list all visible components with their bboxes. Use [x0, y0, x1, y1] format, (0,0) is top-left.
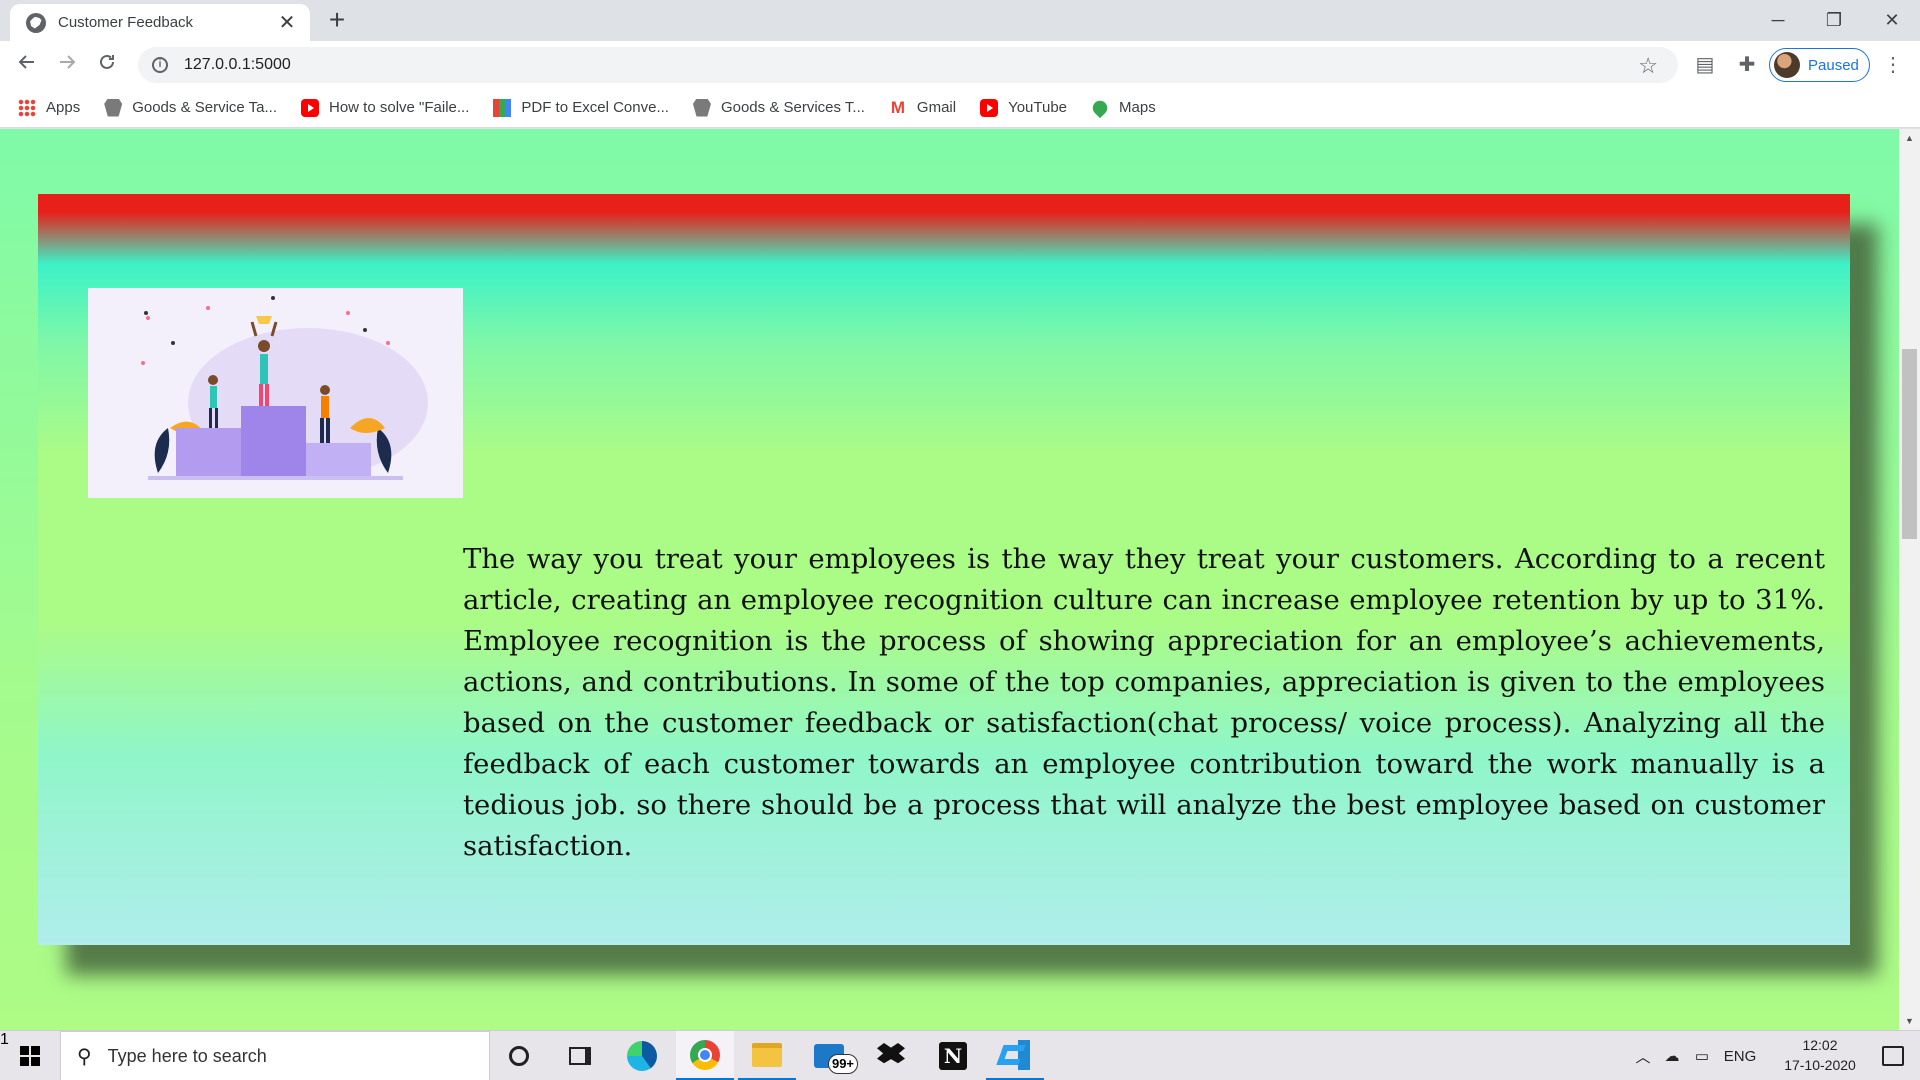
mail-unread-badge: 99+: [828, 1054, 858, 1074]
task-view-icon: [569, 1047, 591, 1065]
taskbar-dropbox[interactable]: [862, 1031, 920, 1080]
gst-emblem-icon: [104, 98, 123, 117]
extensions-puzzle-icon[interactable]: ✚: [1733, 51, 1761, 79]
bookmark-label: Goods & Service Ta...: [132, 99, 277, 116]
profile-button[interactable]: Paused: [1769, 48, 1870, 82]
apps-grid-icon: [18, 98, 36, 117]
bookmark-maps[interactable]: Maps: [1089, 97, 1156, 118]
bookmark-gmail[interactable]: M Gmail: [889, 97, 957, 117]
mail-icon: 99+: [814, 1044, 858, 1074]
clock-time: 12:02: [1802, 1037, 1838, 1053]
taskbar-vscode[interactable]: [986, 1031, 1044, 1080]
input-language[interactable]: ENG: [1718, 1031, 1762, 1080]
scroll-down-arrow-icon[interactable]: ▼: [1899, 1012, 1920, 1030]
recognition-illustration: [88, 288, 463, 498]
tab-close-icon[interactable]: ✕: [276, 12, 298, 34]
bookmark-label: Gmail: [916, 99, 957, 116]
search-placeholder: Type here to search: [107, 1045, 267, 1066]
taskbar-edge[interactable]: [613, 1031, 671, 1080]
tab-customer-feedback[interactable]: Customer Feedback ✕: [10, 4, 310, 41]
back-arrow-icon: [18, 55, 34, 69]
action-center-button[interactable]: [1866, 1031, 1920, 1080]
clock-date: 17-10-2020: [1784, 1057, 1856, 1073]
url-text[interactable]: 127.0.0.1:5000: [184, 56, 291, 74]
onedrive-cloud-icon[interactable]: ☁: [1658, 1031, 1686, 1080]
bookmark-label: Apps: [46, 99, 81, 116]
bookmarks-bar: Apps Goods & Service Ta... How to solve …: [0, 88, 1920, 128]
profile-status: Paused: [1808, 56, 1859, 74]
reading-list-icon[interactable]: ▤: [1691, 51, 1719, 79]
bookmark-gst-2[interactable]: Goods & Services T...: [692, 98, 865, 117]
new-tab-button[interactable]: +: [322, 6, 352, 36]
pdf-converter-icon: [493, 98, 512, 117]
taskbar-chrome[interactable]: [676, 1031, 734, 1080]
start-button[interactable]: [0, 1031, 60, 1080]
minimize-button[interactable]: ─: [1750, 0, 1806, 41]
windows-logo-icon: [20, 1046, 40, 1066]
chrome-icon: [690, 1039, 720, 1070]
avatar: [1774, 52, 1800, 78]
gst-emblem-icon: [692, 98, 711, 117]
reload-button[interactable]: [91, 49, 123, 81]
tab-title: Customer Feedback: [58, 14, 194, 31]
browser-toolbar: i 127.0.0.1:5000 ☆ ▤ ✚ Paused ⋮: [0, 41, 1920, 88]
system-clock[interactable]: 12:02 17-10-2020: [1770, 1035, 1870, 1075]
page-viewport[interactable]: The way you treat your employees is the …: [0, 129, 1920, 1030]
scroll-thumb[interactable]: [1902, 349, 1917, 539]
bookmark-label: Maps: [1119, 99, 1156, 116]
battery-icon[interactable]: ▭: [1688, 1031, 1716, 1080]
cortana-icon: [509, 1046, 529, 1066]
bookmark-apps[interactable]: Apps: [18, 98, 81, 117]
task-view-button[interactable]: [551, 1031, 609, 1080]
bookmark-label: Goods & Services T...: [720, 99, 865, 116]
youtube-icon: [980, 98, 999, 117]
forward-arrow-icon: [60, 55, 76, 69]
scroll-up-arrow-icon[interactable]: ▲: [1899, 129, 1920, 147]
vscode-icon: [1000, 1039, 1030, 1070]
bookmark-star-icon[interactable]: ☆: [1638, 53, 1658, 79]
edge-icon: [627, 1041, 657, 1071]
taskbar-mail[interactable]: 99+: [800, 1031, 858, 1080]
address-bar[interactable]: i 127.0.0.1:5000 ☆: [138, 47, 1678, 83]
windows-taskbar: ⚲ Type here to search 99+ N ︿ ☁ ▭ ENG 12…: [0, 1030, 1920, 1080]
podium-celebration-illustration: [141, 296, 428, 480]
more-menu-icon[interactable]: ⋮: [1879, 51, 1907, 79]
feedback-card: The way you treat your employees is the …: [38, 194, 1850, 945]
show-hidden-icons-chevron-up-icon[interactable]: ︿: [1630, 1031, 1656, 1080]
youtube-icon: [301, 98, 319, 117]
bookmark-youtube[interactable]: YouTube: [980, 98, 1068, 117]
vertical-scrollbar[interactable]: ▲ ▼: [1899, 129, 1920, 1030]
bookmark-label: YouTube: [1008, 99, 1068, 116]
notification-icon: [1882, 1046, 1904, 1066]
taskbar-file-explorer[interactable]: [738, 1031, 796, 1080]
reload-icon: [100, 54, 114, 69]
tab-strip: Customer Feedback ✕ + ─ ❐ ✕: [0, 0, 1920, 41]
folder-icon: [752, 1042, 782, 1067]
bookmark-gst-1[interactable]: Goods & Service Ta...: [104, 98, 277, 117]
maps-pin-icon: [1089, 97, 1111, 118]
bookmark-how-to-solve[interactable]: How to solve "Faile...: [301, 98, 470, 117]
bookmark-label: How to solve "Faile...: [329, 99, 470, 116]
restore-button[interactable]: ❐: [1806, 0, 1862, 41]
dropbox-icon: [877, 1043, 905, 1064]
gmail-icon: M: [890, 97, 905, 117]
taskbar-notion[interactable]: N: [924, 1031, 982, 1080]
bookmark-pdf-to-excel[interactable]: PDF to Excel Conve...: [493, 98, 669, 117]
globe-icon: [26, 12, 46, 33]
close-window-button[interactable]: ✕: [1864, 0, 1920, 41]
taskbar-search[interactable]: ⚲ Type here to search: [60, 1031, 490, 1080]
bookmark-label: PDF to Excel Conve...: [521, 99, 669, 116]
site-info-icon[interactable]: i: [152, 57, 168, 73]
forward-button[interactable]: [51, 49, 83, 81]
body-paragraph: The way you treat your employees is the …: [463, 543, 1825, 862]
cortana-button[interactable]: [490, 1031, 548, 1080]
back-button[interactable]: [11, 49, 43, 81]
search-icon: ⚲: [77, 1045, 92, 1068]
notion-icon: N: [939, 1042, 967, 1070]
